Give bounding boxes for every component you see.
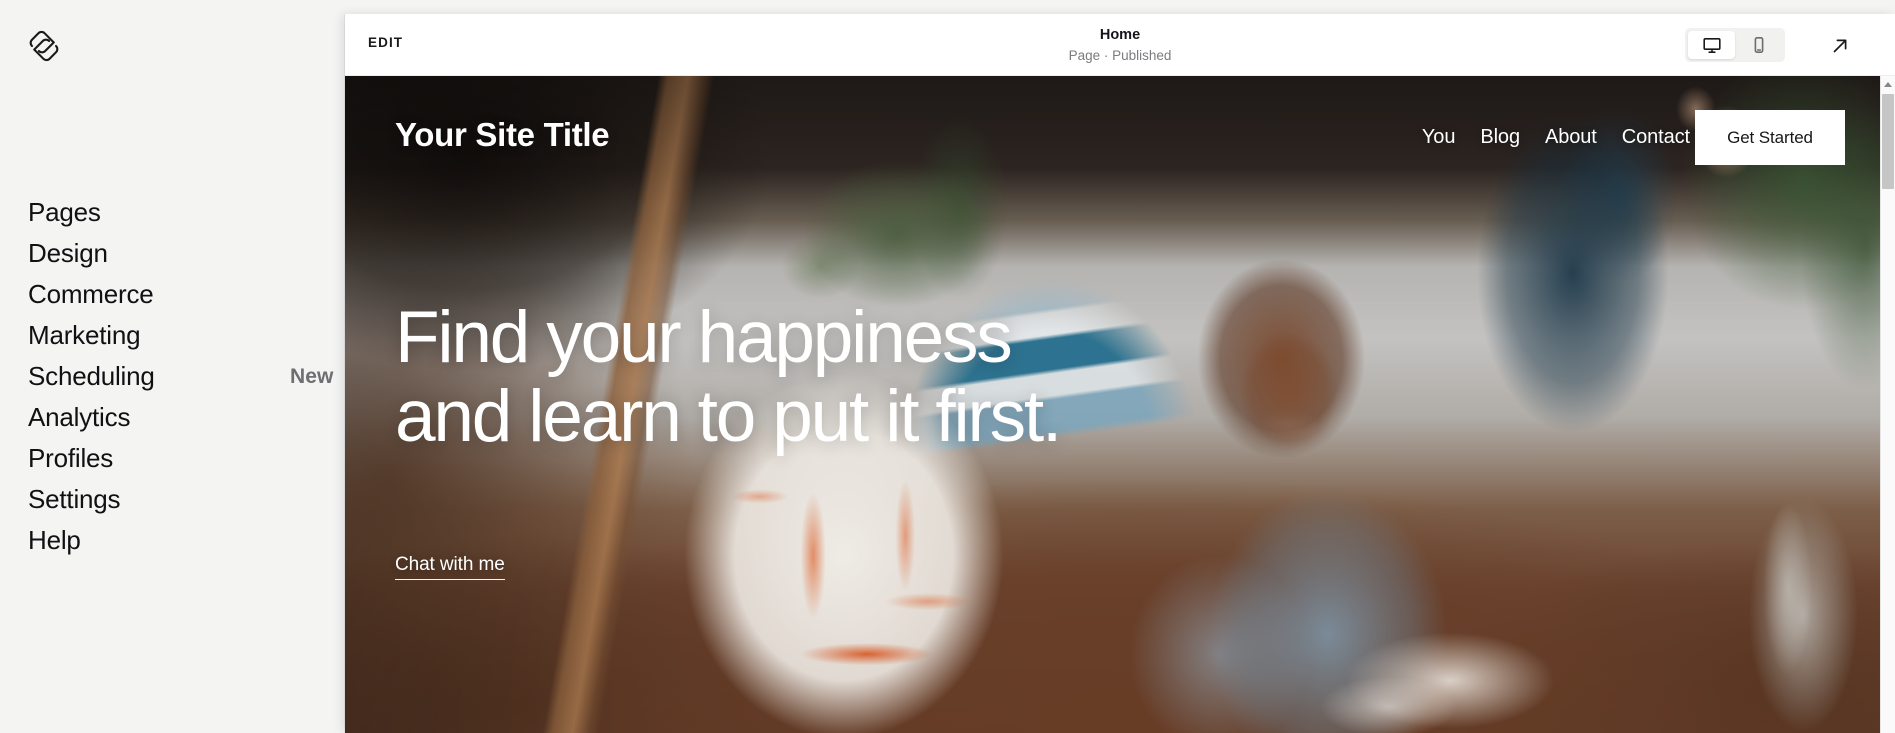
site-nav-link-contact[interactable]: Contact	[1622, 126, 1690, 149]
sidebar-item-analytics[interactable]: Analytics	[0, 397, 345, 438]
sidebar-item-scheduling[interactable]: Scheduling New	[0, 356, 345, 397]
squarespace-logo-icon[interactable]	[26, 28, 62, 64]
site-preview-panel: EDIT Home Page · Published Your Site Tit…	[345, 14, 1895, 733]
get-started-button[interactable]: Get Started	[1695, 110, 1845, 165]
sidebar-item-label: Profiles	[28, 443, 114, 473]
sidebar-item-commerce[interactable]: Commerce	[0, 274, 345, 315]
sidebar-item-label: Help	[28, 525, 81, 555]
squarespace-editor-window: Pages Design Commerce Marketing Scheduli…	[0, 0, 1895, 733]
hero-headline-line-2: and learn to put it first.	[395, 376, 1062, 457]
arrow-up-right-icon	[1828, 34, 1852, 58]
sidebar-item-profiles[interactable]: Profiles	[0, 438, 345, 479]
sidebar-item-marketing[interactable]: Marketing	[0, 315, 345, 356]
page-status: Page · Published	[1068, 48, 1172, 63]
sidebar-item-help[interactable]: Help	[0, 520, 345, 561]
desktop-view-button[interactable]	[1688, 31, 1735, 59]
preview-scrollbar[interactable]	[1880, 76, 1895, 733]
scrollbar-thumb[interactable]	[1882, 94, 1894, 189]
sidebar-item-settings[interactable]: Settings	[0, 479, 345, 520]
sidebar-item-pages[interactable]: Pages	[0, 192, 345, 233]
site-nav-link-about[interactable]: About	[1545, 126, 1597, 149]
sidebar-item-label: Settings	[28, 484, 121, 514]
open-in-new-window-button[interactable]	[1828, 34, 1852, 58]
sidebar-item-design[interactable]: Design	[0, 233, 345, 274]
page-title: Home	[1099, 27, 1141, 43]
sidebar-nav: Pages Design Commerce Marketing Scheduli…	[0, 192, 345, 561]
get-started-label: Get Started	[1727, 127, 1813, 147]
edit-button[interactable]: EDIT	[368, 35, 403, 50]
sidebar: Pages Design Commerce Marketing Scheduli…	[0, 0, 345, 733]
sidebar-item-label: Scheduling	[28, 361, 155, 391]
device-preview-toggle	[1685, 28, 1785, 62]
preview-toolbar: EDIT Home Page · Published	[345, 14, 1895, 76]
sidebar-item-label: Commerce	[28, 279, 154, 309]
sidebar-item-badge-new: New	[290, 364, 334, 388]
site-nav-link-blog[interactable]: Blog	[1480, 126, 1520, 149]
desktop-icon	[1702, 35, 1722, 55]
hero-headline-line-1: Find your happiness	[395, 297, 1013, 378]
sidebar-item-label: Marketing	[28, 320, 141, 350]
site-title[interactable]: Your Site Title	[395, 116, 610, 154]
page-meta: Home Page · Published	[345, 26, 1895, 65]
site-navigation: You Blog About Contact	[1422, 126, 1690, 149]
sidebar-item-label: Pages	[28, 197, 101, 227]
hero-section: Your Site Title You Blog About Contact G…	[345, 76, 1880, 733]
scroll-up-arrow-icon[interactable]	[1881, 76, 1895, 92]
mobile-icon	[1749, 35, 1769, 55]
site-canvas: Your Site Title You Blog About Contact G…	[345, 76, 1880, 733]
sidebar-item-label: Analytics	[28, 402, 131, 432]
hero-cta-link[interactable]: Chat with me	[395, 554, 505, 580]
sidebar-item-label: Design	[28, 238, 108, 268]
site-nav-link-you[interactable]: You	[1422, 126, 1456, 149]
hero-headline[interactable]: Find your happiness and learn to put it …	[395, 297, 1062, 457]
mobile-view-button[interactable]	[1735, 31, 1782, 59]
